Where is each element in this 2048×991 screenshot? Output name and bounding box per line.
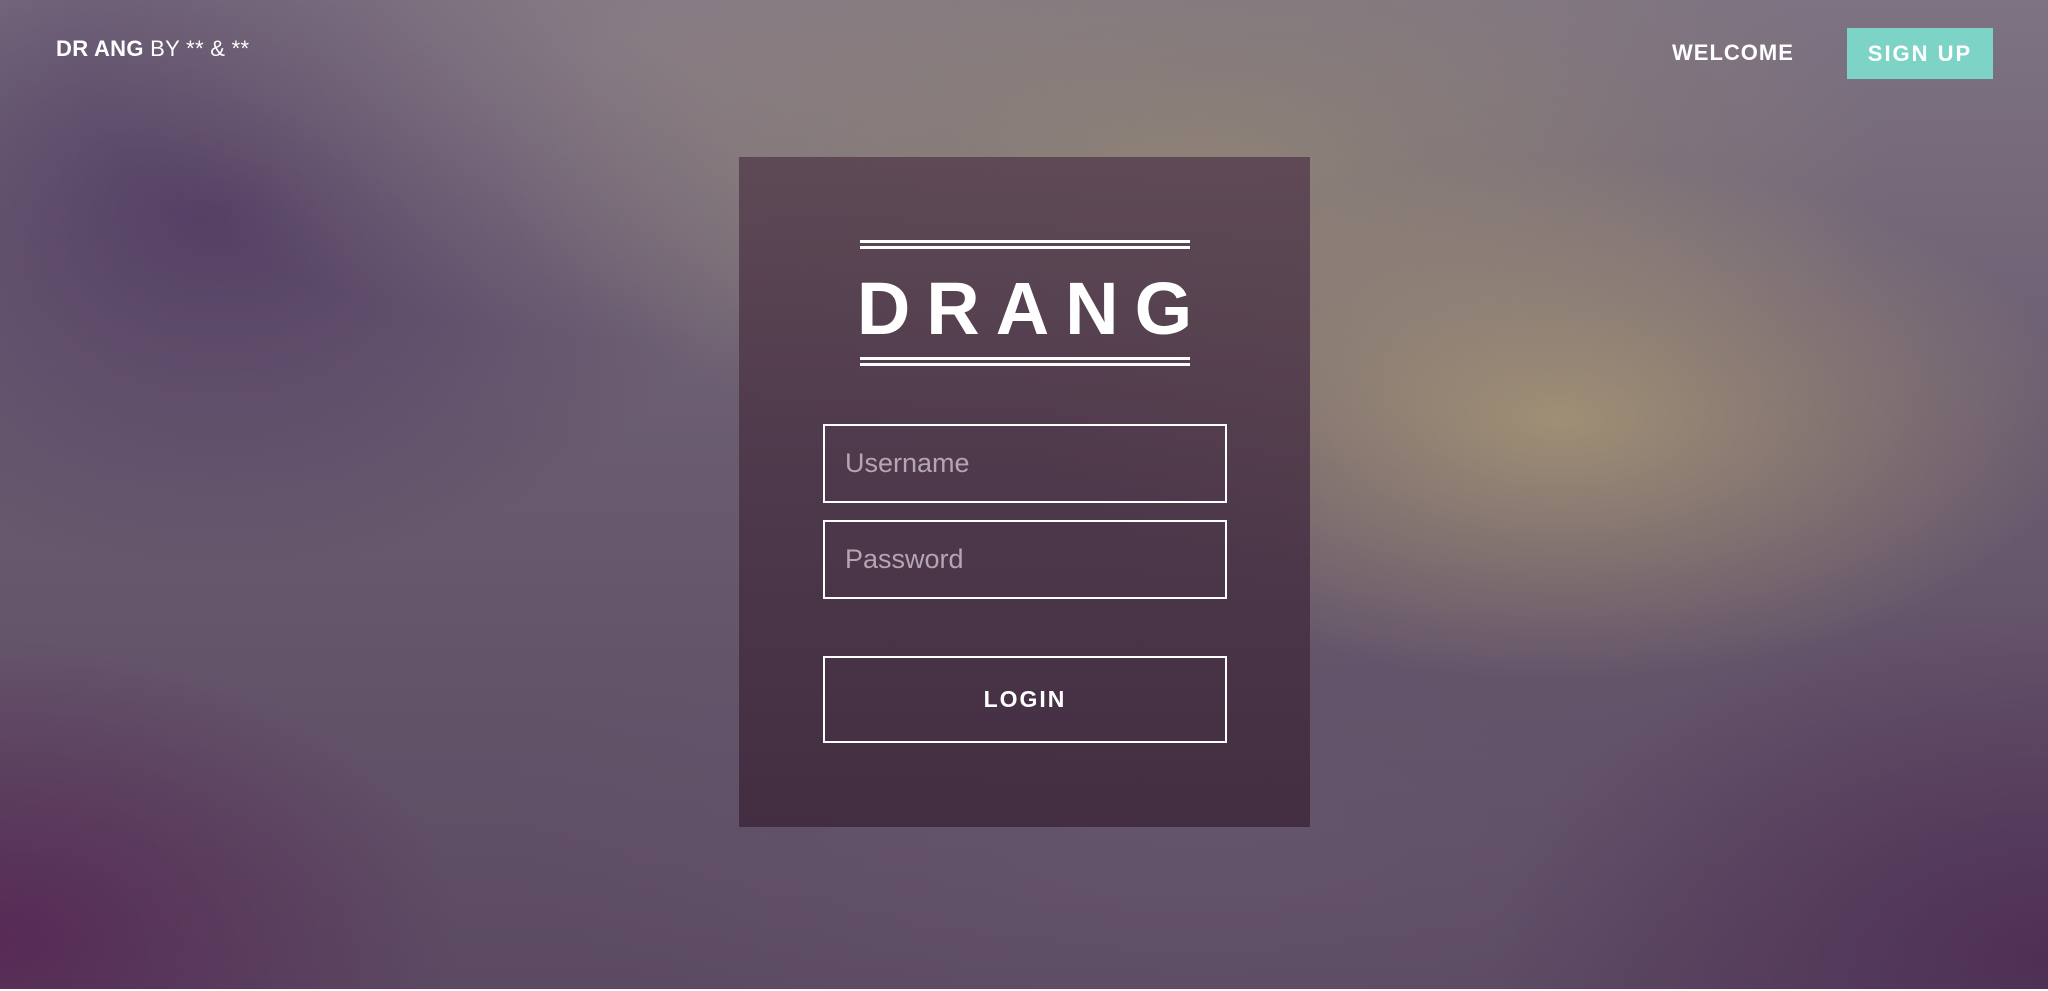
login-card: DRANG LOGIN — [739, 157, 1310, 827]
logo-bottom-rule — [860, 357, 1190, 366]
logo-top-rule — [860, 240, 1190, 249]
brand: DR ANG BY ** & ** — [56, 36, 249, 62]
password-field[interactable] — [823, 520, 1227, 599]
login-button[interactable]: LOGIN — [823, 656, 1227, 743]
background: DR ANG BY ** & ** WELCOME SIGN UP DRANG … — [0, 0, 2048, 989]
nav-welcome-link[interactable]: WELCOME — [1672, 40, 1794, 66]
signup-button[interactable]: SIGN UP — [1847, 28, 1993, 79]
username-field[interactable] — [823, 424, 1227, 503]
brand-name: DR ANG — [56, 36, 144, 61]
logo: DRANG — [856, 267, 1209, 350]
brand-byline: BY ** & ** — [143, 36, 250, 61]
